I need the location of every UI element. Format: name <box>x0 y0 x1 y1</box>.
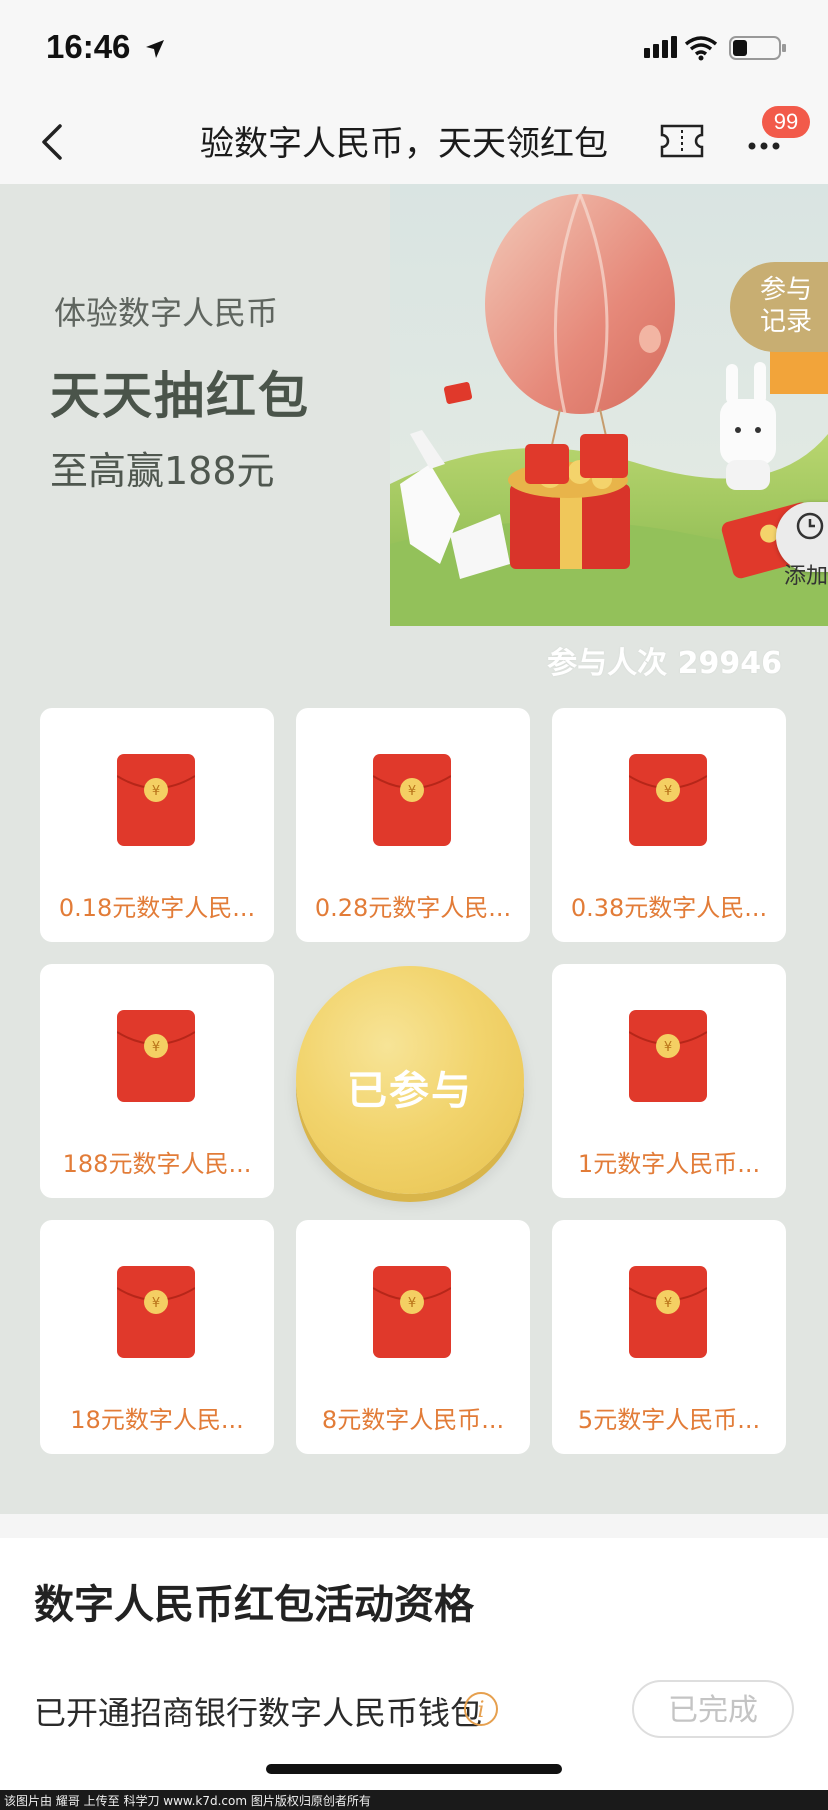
banner-title: 天天抽红包 <box>50 367 310 425</box>
watermark-text: 该图片由 耀哥 上传至 科学刀 www.k7d.com 图片版权归原创者所有 <box>4 1794 371 1808</box>
add-label: 添加 <box>784 564 828 589</box>
status-bar: 16:46 <box>0 0 828 100</box>
participation-record-label: 参与记录 <box>759 275 812 337</box>
prize-card[interactable]: ¥ 5元数字人民币... <box>552 1220 786 1454</box>
prize-card[interactable]: ¥ 0.18元数字人民... <box>40 708 274 942</box>
envelope-icon: ¥ <box>117 754 195 846</box>
prize-card[interactable]: ¥ 18元数字人民... <box>40 1220 274 1454</box>
prize-label: 0.18元数字人民... <box>58 894 256 922</box>
banner-prize: 至高赢188元 <box>50 449 275 493</box>
eligibility-title: 数字人民币红包活动资格 <box>34 1582 474 1628</box>
nav-bar: 验数字人民币，天天领红包 99 <box>0 100 828 184</box>
prize-label: 188元数字人民... <box>62 1150 252 1178</box>
svg-text:¥: ¥ <box>408 784 416 799</box>
envelope-icon: ¥ <box>117 1266 195 1358</box>
page-title: 验数字人民币，天天领红包 <box>200 124 608 162</box>
participant-count: 参与人次 29946 <box>547 646 782 681</box>
section-divider <box>0 1514 828 1538</box>
info-icon[interactable]: i <box>464 1692 498 1726</box>
banner-subtitle: 体验数字人民币 <box>54 294 279 332</box>
more-dots-icon[interactable] <box>742 136 802 156</box>
prize-label: 18元数字人民... <box>70 1406 244 1434</box>
completed-button[interactable]: 已完成 <box>632 1680 794 1738</box>
svg-text:¥: ¥ <box>152 1296 160 1311</box>
prize-card[interactable]: ¥ 0.28元数字人民... <box>296 708 530 942</box>
location-arrow-icon <box>145 40 164 58</box>
svg-text:¥: ¥ <box>664 1296 672 1311</box>
prize-label: 0.38元数字人民... <box>570 894 768 922</box>
back-arrow-icon[interactable] <box>30 118 78 166</box>
envelope-icon: ¥ <box>373 1266 451 1358</box>
envelope-icon: ¥ <box>117 1010 195 1102</box>
prize-label: 5元数字人民币... <box>577 1406 761 1434</box>
banner-illustration <box>390 184 828 626</box>
prize-label: 0.28元数字人民... <box>314 894 512 922</box>
gift-box-icon <box>508 434 630 569</box>
clock-icon <box>796 512 824 540</box>
prize-card[interactable]: ¥ 1元数字人民币... <box>552 964 786 1198</box>
promo-banner: 体验数字人民币 天天抽红包 至高赢188元 参与记录 添加 <box>0 184 828 626</box>
home-indicator <box>266 1764 562 1774</box>
status-time-text: 16:46 <box>46 28 131 65</box>
battery-icon <box>729 36 786 60</box>
notification-badge: 99 <box>762 106 810 138</box>
svg-text:¥: ¥ <box>664 1040 672 1055</box>
prize-card[interactable]: ¥ 0.38元数字人民... <box>552 708 786 942</box>
wifi-icon <box>684 36 718 61</box>
participated-label: 已参与 <box>347 1068 473 1114</box>
prize-label: 8元数字人民币... <box>321 1406 505 1434</box>
prize-card[interactable]: ¥ 188元数字人民... <box>40 964 274 1198</box>
svg-text:¥: ¥ <box>152 784 160 799</box>
envelope-icon: ¥ <box>373 754 451 846</box>
status-icons <box>644 36 786 61</box>
prize-label: 1元数字人民币... <box>577 1150 761 1178</box>
envelope-icon: ¥ <box>629 1010 707 1102</box>
svg-text:¥: ¥ <box>408 1296 416 1311</box>
svg-text:¥: ¥ <box>664 784 672 799</box>
ticket-icon[interactable] <box>660 124 704 158</box>
svg-text:¥: ¥ <box>152 1040 160 1055</box>
status-time: 16:46 <box>46 28 166 66</box>
envelope-icon: ¥ <box>629 754 707 846</box>
prize-card[interactable]: ¥ 8元数字人民币... <box>296 1220 530 1454</box>
eligibility-requirement: 已开通招商银行数字人民币钱包 <box>34 1694 483 1732</box>
signal-icon <box>644 36 677 58</box>
envelope-icon: ¥ <box>629 1266 707 1358</box>
